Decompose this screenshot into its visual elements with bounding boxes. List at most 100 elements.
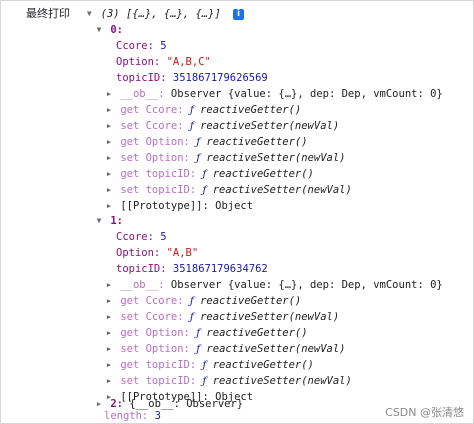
accessor-set-topicid[interactable]: ▶ set topicID: ƒ reactiveSetter(newVal) (104, 182, 474, 198)
item-0-header[interactable]: ▼ 0: (94, 22, 474, 38)
function-icon: ƒ (202, 359, 207, 371)
function-icon: ƒ (202, 184, 207, 196)
accessor-key: set Option: (120, 152, 190, 164)
collapse-arrow-icon[interactable]: ▶ (94, 396, 104, 412)
accessor-get-topicid[interactable]: ▶ get topicID: ƒ reactiveGetter() (104, 166, 474, 182)
function-icon: ƒ (189, 104, 194, 116)
prop-value: 351867179634762 (172, 263, 268, 275)
prototype-label: [[Prototype]]: Object (120, 200, 254, 212)
accessor-key: set Ccore: (120, 311, 184, 323)
function-icon: ƒ (196, 136, 201, 148)
collapse-arrow-icon[interactable]: ▶ (104, 277, 114, 293)
collapse-arrow-icon[interactable]: ▶ (104, 102, 114, 118)
prop-key: length: (104, 410, 149, 422)
prop-ccore: Ccore: 5 (116, 229, 474, 245)
log-entry-header: 最终打印 ▼ (3) [{…}, {…}, {…}] i (26, 6, 474, 22)
collapse-arrow-icon[interactable]: ▶ (104, 293, 114, 309)
expand-arrow-icon[interactable]: ▼ (94, 213, 104, 229)
accessor-value: reactiveGetter() (200, 295, 302, 307)
expand-arrow-icon[interactable]: ▼ (84, 6, 94, 22)
prop-value: 351867179626569 (172, 72, 268, 84)
accessor-key: get topicID: (120, 359, 197, 371)
accessor-key: set Option: (120, 343, 190, 355)
accessor-value: reactiveGetter() (206, 136, 308, 148)
collapse-arrow-icon[interactable]: ▶ (104, 150, 114, 166)
prop-key: Ccore: (116, 231, 154, 243)
accessor-get-ccore[interactable]: ▶ get Ccore: ƒ reactiveGetter() (104, 293, 474, 309)
accessor-value: reactiveGetter() (212, 168, 314, 180)
collapse-arrow-icon[interactable]: ▶ (104, 341, 114, 357)
collapse-arrow-icon[interactable]: ▶ (104, 325, 114, 341)
function-icon: ƒ (196, 152, 201, 164)
prop-option: Option: "A,B" (116, 245, 474, 261)
array-summary[interactable]: (3) [{…}, {…}, {…}] (101, 8, 221, 20)
accessor-key: get Option: (120, 136, 190, 148)
prop-key: Ccore: (116, 40, 154, 52)
watermark: CSDN @张清悠 (385, 406, 464, 419)
function-icon: ƒ (202, 375, 207, 387)
collapse-arrow-icon[interactable]: ▶ (104, 134, 114, 150)
accessor-value: reactiveGetter() (200, 104, 302, 116)
collapse-arrow-icon[interactable]: ▶ (104, 373, 114, 389)
function-icon: ƒ (196, 327, 201, 339)
accessor-key: get Ccore: (120, 295, 184, 307)
collapse-arrow-icon[interactable]: ▶ (104, 86, 114, 102)
prop-value: "A,B,C" (166, 56, 211, 68)
accessor-set-ccore[interactable]: ▶ set Ccore: ƒ reactiveSetter(newVal) (104, 309, 474, 325)
prop-key: topicID: (116, 72, 167, 84)
prop-key: __ob__: (120, 88, 165, 100)
expand-arrow-icon[interactable]: ▼ (94, 22, 104, 38)
accessor-get-option[interactable]: ▶ get Option: ƒ reactiveGetter() (104, 134, 474, 150)
function-icon: ƒ (189, 295, 194, 307)
prototype-row[interactable]: ▶ [[Prototype]]: Object (104, 198, 474, 214)
accessor-key: set topicID: (120, 184, 197, 196)
prop-ccore: Ccore: 5 (116, 38, 474, 54)
prop-ob[interactable]: ▶ __ob__: Observer {value: {…}, dep: Dep… (104, 277, 474, 293)
prop-option: Option: "A,B,C" (116, 54, 474, 70)
collapse-arrow-icon[interactable]: ▶ (104, 182, 114, 198)
accessor-set-ccore[interactable]: ▶ set Ccore: ƒ reactiveSetter(newVal) (104, 118, 474, 134)
collapse-arrow-icon[interactable]: ▶ (104, 309, 114, 325)
accessor-value: reactiveSetter(newVal) (212, 375, 352, 387)
accessor-get-option[interactable]: ▶ get Option: ƒ reactiveGetter() (104, 325, 474, 341)
function-icon: ƒ (202, 168, 207, 180)
accessor-set-option[interactable]: ▶ set Option: ƒ reactiveSetter(newVal) (104, 341, 474, 357)
function-icon: ƒ (189, 311, 194, 323)
accessor-set-topicid[interactable]: ▶ set topicID: ƒ reactiveSetter(newVal) (104, 373, 474, 389)
accessor-key: get Ccore: (120, 104, 184, 116)
item-index: 0: (110, 24, 123, 36)
function-icon: ƒ (196, 343, 201, 355)
accessor-value: reactiveSetter(newVal) (212, 184, 352, 196)
accessor-key: set topicID: (120, 375, 197, 387)
accessor-get-topicid[interactable]: ▶ get topicID: ƒ reactiveGetter() (104, 357, 474, 373)
prop-key: Option: (116, 247, 161, 259)
collapse-arrow-icon[interactable]: ▶ (104, 166, 114, 182)
prop-value: 3 (154, 410, 161, 422)
prop-value: 5 (160, 231, 167, 243)
item-1-header[interactable]: ▼ 1: (94, 213, 474, 229)
prop-key: __ob__: (120, 279, 165, 291)
collapse-arrow-icon[interactable]: ▶ (104, 118, 114, 134)
accessor-value: reactiveSetter(newVal) (200, 120, 340, 132)
prop-value: "A,B" (166, 247, 199, 259)
accessor-value: reactiveSetter(newVal) (200, 311, 340, 323)
accessor-value: reactiveSetter(newVal) (206, 152, 346, 164)
accessor-set-option[interactable]: ▶ set Option: ƒ reactiveSetter(newVal) (104, 150, 474, 166)
collapse-arrow-icon[interactable]: ▶ (104, 198, 114, 214)
prop-key: topicID: (116, 263, 167, 275)
accessor-value: reactiveGetter() (212, 359, 314, 371)
prop-ob[interactable]: ▶ __ob__: Observer {value: {…}, dep: Dep… (104, 86, 474, 102)
prop-topicid: topicID: 351867179634762 (116, 261, 474, 277)
prop-value: 5 (160, 40, 167, 52)
prop-topicid: topicID: 351867179626569 (116, 70, 474, 86)
accessor-get-ccore[interactable]: ▶ get Ccore: ƒ reactiveGetter() (104, 102, 474, 118)
accessor-value: reactiveGetter() (206, 327, 308, 339)
prop-key: Option: (116, 56, 161, 68)
function-icon: ƒ (189, 120, 194, 132)
accessor-key: get topicID: (120, 168, 197, 180)
accessor-key: get Option: (120, 327, 190, 339)
info-icon[interactable]: i (233, 8, 245, 20)
accessor-key: set Ccore: (120, 120, 184, 132)
collapse-arrow-icon[interactable]: ▶ (104, 357, 114, 373)
accessor-value: reactiveSetter(newVal) (206, 343, 346, 355)
